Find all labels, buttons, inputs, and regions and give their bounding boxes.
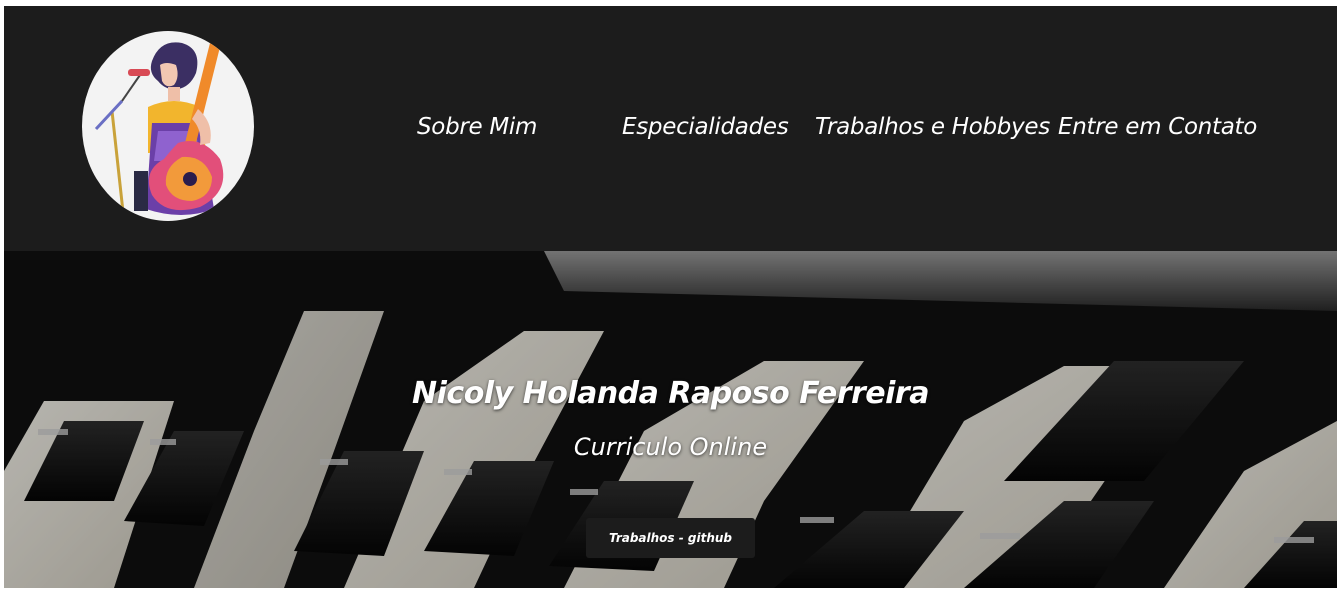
nav-link-sobre-mim[interactable]: Sobre Mim bbox=[417, 114, 537, 140]
hero-title: Nicoly Holanda Raposo Ferreira bbox=[412, 376, 929, 411]
hero-subtitle: Curriculo Online bbox=[573, 433, 768, 461]
singer-illustration-icon bbox=[94, 42, 224, 221]
github-projects-button[interactable]: Trabalhos - github bbox=[586, 518, 755, 558]
nav-link-entre-em-contato[interactable]: Entre em Contato bbox=[1058, 114, 1257, 140]
nav-link-especialidades[interactable]: Especialidades bbox=[622, 114, 789, 140]
site-header: Sobre Mim Especialidades Trabalhos e Hob… bbox=[4, 6, 1337, 251]
nav-link-trabalhos-hobbyes[interactable]: Trabalhos e Hobbyes bbox=[815, 114, 1050, 140]
avatar-logo[interactable] bbox=[82, 31, 254, 221]
page: Sobre Mim Especialidades Trabalhos e Hob… bbox=[4, 6, 1337, 588]
hero-section: Nicoly Holanda Raposo Ferreira Curriculo… bbox=[4, 251, 1337, 588]
